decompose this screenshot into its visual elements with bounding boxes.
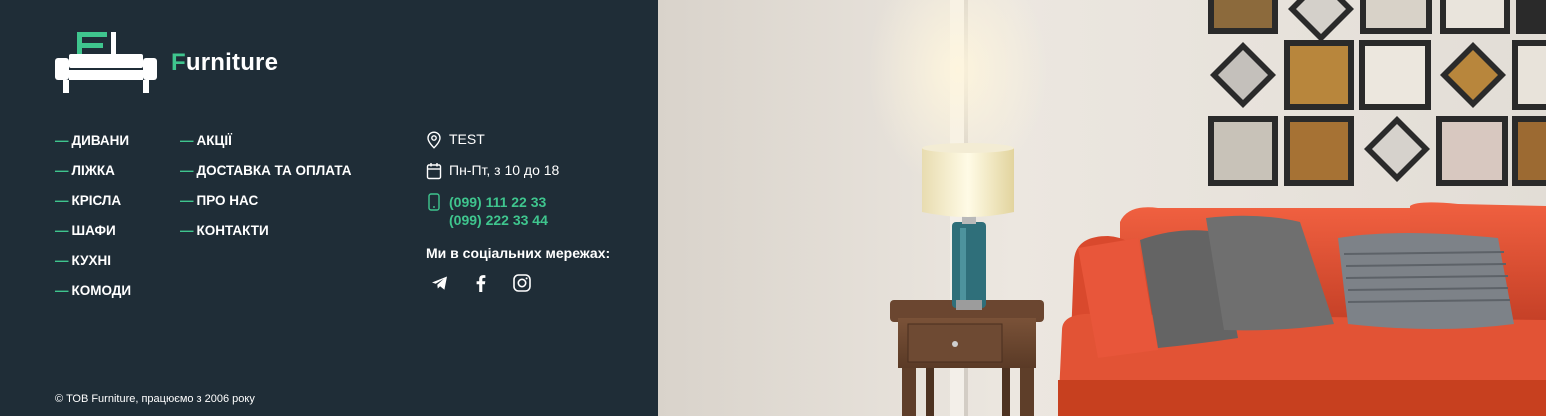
hours-text: Пн-Пт, з 10 до 18 — [449, 162, 560, 178]
hours-row: Пн-Пт, з 10 до 18 — [426, 162, 610, 180]
catalog-nav: — ДИВАНИ — ЛІЖКА — КРІСЛА — ШАФИ — КУХНІ — КОМОДИ — [55, 133, 131, 313]
logo[interactable]: Furniture — [55, 32, 278, 94]
catalog-nav-item-5[interactable]: — КУХНІ — [55, 253, 131, 283]
nav-dash: — — [55, 163, 69, 178]
nav-dash: — — [55, 193, 69, 208]
sofa-logo-icon — [55, 32, 157, 93]
telegram-icon[interactable] — [430, 273, 450, 293]
catalog-nav-item-1[interactable]: — ДИВАНИ — [55, 133, 131, 163]
nav-label[interactable]: АКЦІЇ — [197, 133, 232, 149]
calendar-icon — [426, 163, 442, 180]
brand-name: Furniture — [171, 49, 278, 77]
location-pin-icon — [427, 131, 441, 149]
address-row: TEST — [426, 131, 610, 149]
phone-list: (099) 111 22 33 (099) 222 33 44 — [449, 193, 548, 229]
phone-link-2[interactable]: (099) 222 33 44 — [449, 211, 548, 229]
catalog-nav-item-6[interactable]: — КОМОДИ — [55, 283, 131, 313]
nav-label[interactable]: ДИВАНИ — [72, 133, 130, 149]
catalog-nav-item-3[interactable]: — КРІСЛА — [55, 193, 131, 223]
facebook-icon[interactable] — [471, 273, 491, 293]
instagram-icon[interactable] — [512, 273, 532, 293]
info-nav-item-1[interactable]: — АКЦІЇ — [180, 133, 351, 163]
contacts-block: TEST Пн-Пт, з 10 до 18 (099) 111 22 33 (… — [426, 131, 610, 293]
phones-row: (099) 111 22 33 (099) 222 33 44 — [426, 193, 610, 229]
nav-label[interactable]: КОНТАКТИ — [197, 223, 269, 239]
social-links — [430, 273, 610, 293]
catalog-nav-item-2[interactable]: — ЛІЖКА — [55, 163, 131, 193]
social-title: Ми в соціальних мережах: — [426, 245, 611, 261]
info-nav: — АКЦІЇ — ДОСТАВКА ТА ОПЛАТА — ПРО НАС — КОНТАК… — [180, 133, 351, 253]
nav-label[interactable]: ЛІЖКА — [72, 163, 115, 179]
nav-dash: — — [55, 133, 69, 148]
nav-label[interactable]: ПРО НАС — [197, 193, 259, 209]
nav-dash: — — [55, 253, 69, 268]
nav-dash: — — [180, 223, 194, 238]
nav-dash: — — [180, 163, 194, 178]
nav-label[interactable]: КРІСЛА — [72, 193, 122, 209]
site-footer: Furniture — ДИВАНИ — ЛІЖКА — КРІСЛА — ШАФИ — КУХН… — [0, 0, 1546, 416]
info-nav-item-4[interactable]: — КОНТАКТИ — [180, 223, 351, 253]
nav-label[interactable]: КУХНІ — [72, 253, 111, 269]
living-room-illustration — [658, 0, 1546, 416]
nav-label[interactable]: КОМОДИ — [72, 283, 132, 299]
nav-dash: — — [180, 193, 194, 208]
brand-name-rest: urniture — [185, 49, 279, 76]
hero-image — [658, 0, 1546, 416]
nav-dash: — — [180, 133, 194, 148]
address-text: TEST — [449, 131, 485, 147]
phone-link-1[interactable]: (099) 111 22 33 — [449, 193, 548, 211]
brand-initial: F — [171, 49, 186, 76]
catalog-nav-item-4[interactable]: — ШАФИ — [55, 223, 131, 253]
info-nav-item-2[interactable]: — ДОСТАВКА ТА ОПЛАТА — [180, 163, 351, 193]
footer-info-panel: Furniture — ДИВАНИ — ЛІЖКА — КРІСЛА — ШАФИ — КУХН… — [0, 0, 658, 416]
info-nav-item-3[interactable]: — ПРО НАС — [180, 193, 351, 223]
nav-dash: — — [55, 223, 69, 238]
copyright-text: © ТОВ Furniture, працюємо з 2006 року — [55, 393, 255, 405]
nav-dash: — — [55, 283, 69, 298]
nav-label[interactable]: ШАФИ — [72, 223, 116, 239]
mobile-phone-icon — [428, 193, 440, 211]
nav-label[interactable]: ДОСТАВКА ТА ОПЛАТА — [197, 163, 352, 179]
